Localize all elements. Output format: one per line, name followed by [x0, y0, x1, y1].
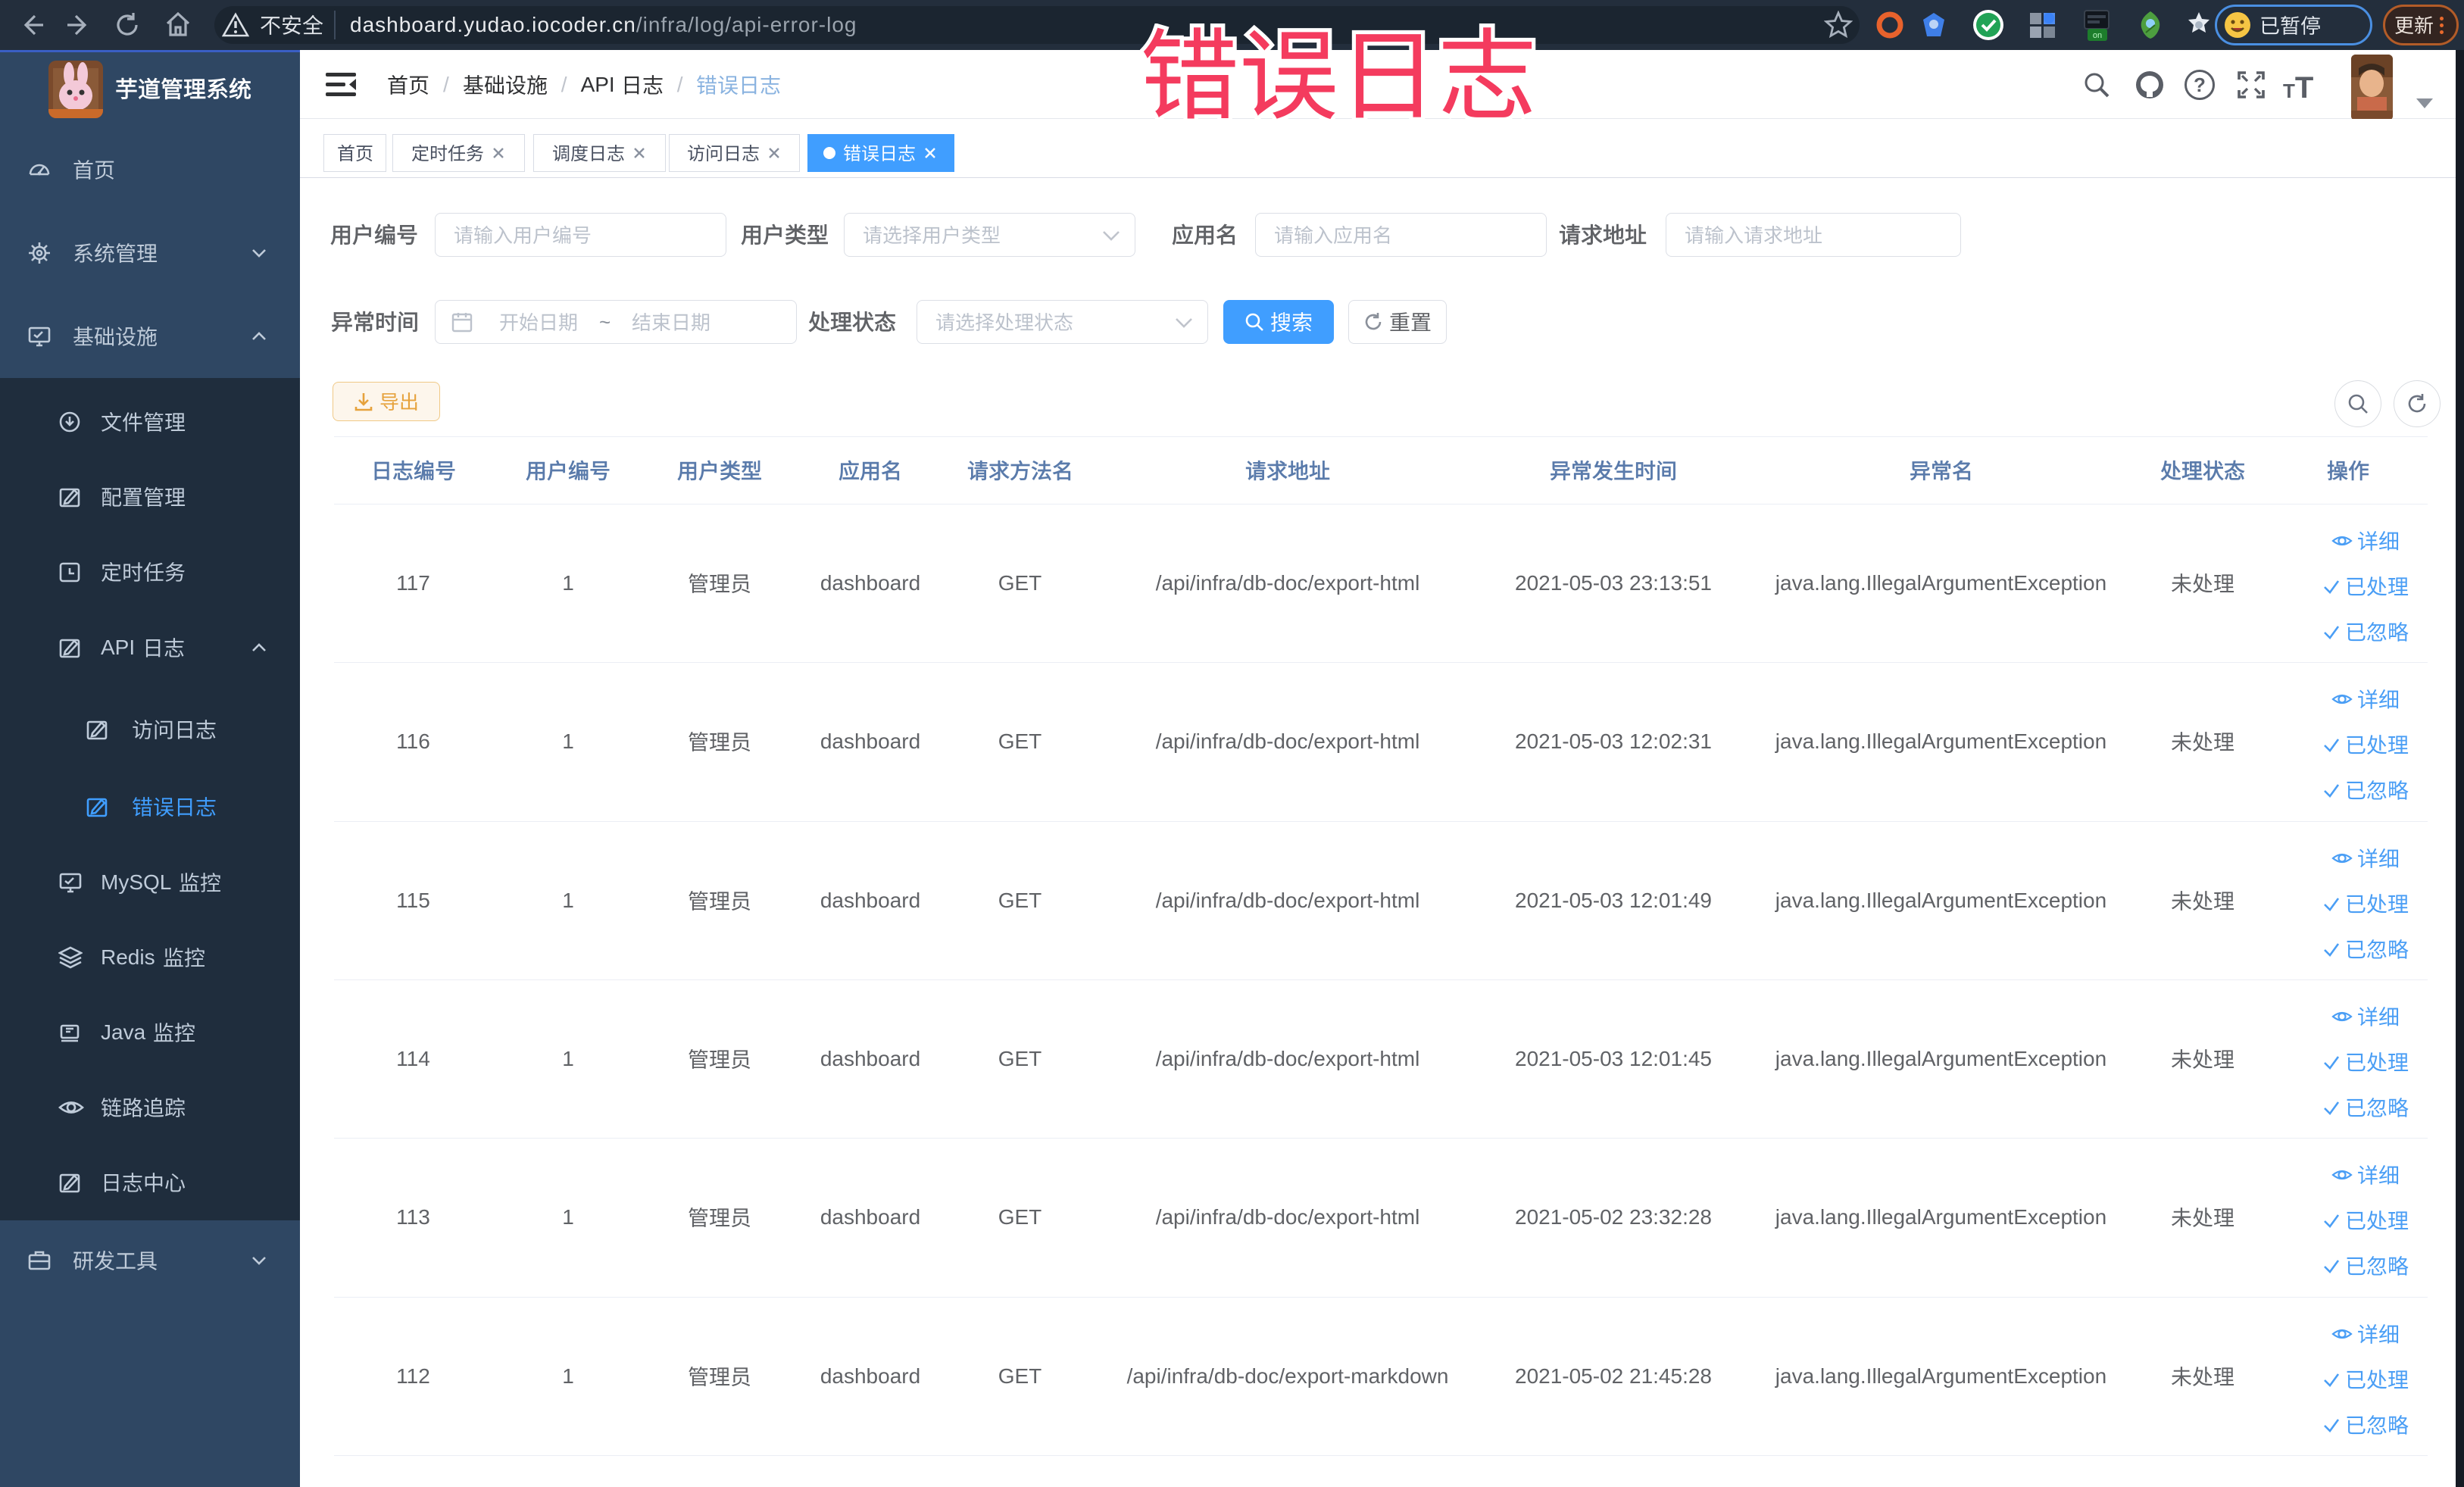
svg-text:on: on — [2093, 31, 2102, 40]
